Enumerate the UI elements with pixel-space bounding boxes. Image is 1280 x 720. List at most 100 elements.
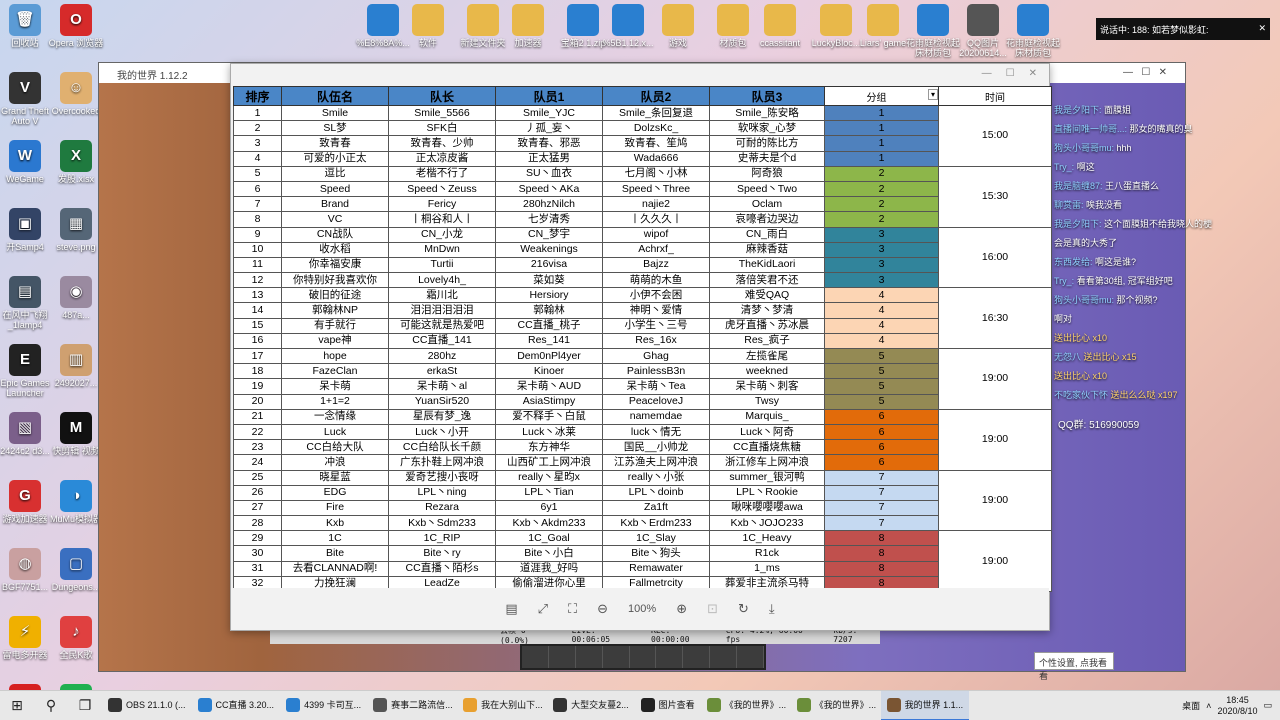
cell-n: 15	[233, 317, 282, 334]
desktop-icon[interactable]: 花雨庭检视起床材质包	[905, 4, 961, 58]
cell-m2: 丨久久久丨	[602, 211, 710, 228]
desktop-icon[interactable]: 加速器	[500, 4, 556, 48]
chat-username[interactable]: 我是夕阳下:	[1054, 105, 1102, 115]
desktop-icon-label: Opera 浏览器	[48, 38, 104, 48]
taskbar-app[interactable]: 我在大别山下...	[457, 691, 547, 720]
image-viewer-window[interactable]: — ☐ ✕ 排序 队伍名 队长 队员1 队员2 队员3 分组 ▾ 时间 1 Smi…	[230, 63, 1052, 631]
app-icon: ▢	[60, 548, 92, 580]
notification-icon[interactable]: ▭	[1263, 700, 1272, 711]
taskbar-app[interactable]: 赛事二路流信...	[367, 691, 457, 720]
desktop-icon[interactable]: ccassitant	[752, 4, 808, 48]
cell-m2: PeaceloveJ	[602, 393, 710, 410]
cell-group: 3	[824, 226, 939, 243]
filter-dropdown-icon[interactable]: ▾	[927, 88, 938, 100]
desktop-icon[interactable]: %5B1.12.x...	[600, 4, 656, 48]
app-icon	[463, 697, 478, 712]
cell-group: 6	[824, 408, 939, 425]
cell-m3: 麻辣香菇	[709, 241, 825, 258]
cell-m1: 山西矿工上网冲浪	[495, 454, 603, 471]
window-controls[interactable]: — ☐ ✕	[1123, 67, 1167, 79]
maximize-icon[interactable]: ☐	[1006, 68, 1015, 81]
chat-username[interactable]: 东西发给:	[1054, 257, 1093, 267]
cell-n: 9	[233, 226, 282, 243]
chat-username[interactable]: 我是夕阳下:	[1054, 219, 1102, 229]
table-row: 27 Fire Rezara 6y1 Za1ft 啾咪嚶嚶嚶awa 7	[233, 499, 1052, 517]
desktop-icon[interactable]: 软件	[400, 4, 456, 48]
chat-username[interactable]: 不吃家伙下怀	[1054, 390, 1108, 400]
task-view-icon[interactable]: ❐	[68, 691, 102, 720]
taskbar-app[interactable]: CC直播 3.20...	[192, 691, 281, 720]
cell-m3: 难受QAQ	[709, 287, 825, 304]
clock[interactable]: 18:45 2020/8/10	[1217, 695, 1257, 717]
close-icon[interactable]: ✕	[1258, 23, 1266, 34]
cell-m3: Twsy	[709, 393, 825, 410]
chat-username[interactable]: 聊赏雷:	[1054, 200, 1084, 210]
table-row: 7 Brand Fericy 280hzNilch najie2 Oclam 2	[233, 196, 1052, 213]
chat-username[interactable]: Try_:	[1054, 276, 1074, 286]
cell-m2: Smile_条回复退	[602, 104, 710, 122]
settings-toast[interactable]: 个性设置, 点我看看	[1034, 652, 1114, 681]
table-row: 2 SL梦 SFK白 丿孤_妄丶 DolzsKc_ 软咪家_心梦 1	[233, 120, 1052, 137]
header-group[interactable]: 分组 ▾	[824, 86, 939, 106]
taskbar-app[interactable]: OBS 21.1.0 (...	[102, 691, 192, 720]
cell-n: 31	[233, 560, 282, 577]
zoom-in-icon[interactable]: ⊕	[676, 601, 687, 617]
start-icon[interactable]: ⊞	[0, 691, 34, 720]
chat-text: 这个面膜姐不给我晓人的梗	[1104, 219, 1213, 229]
taskbar-app[interactable]: 图片查看	[635, 691, 701, 720]
taskbar-app[interactable]: 《我的世界》...	[791, 691, 881, 720]
cell-m1: 280hzNilch	[495, 196, 603, 213]
chat-text: 那女的嘴真的臭	[1129, 124, 1193, 134]
folder-icon	[412, 4, 444, 36]
app-icon: X	[60, 140, 92, 172]
table-row: 3 致青春 致青春、少帅 致青春、邪恶 致青春、笙鸠 可耐的陈比方 1	[233, 135, 1052, 152]
desktop-label[interactable]: 桌面	[1182, 699, 1200, 712]
chat-username[interactable]: 直播间唯一帅哥...:	[1054, 124, 1127, 134]
rotate-icon[interactable]: ↻	[738, 601, 749, 617]
desktop-icon[interactable]: Liars' game	[855, 4, 911, 48]
cell-group: 7	[824, 499, 939, 517]
app-icon	[706, 697, 721, 712]
download-icon[interactable]: ⤓	[769, 601, 775, 617]
viewer-window-controls[interactable]: — ☐ ✕	[231, 64, 1049, 85]
taskbar-app[interactable]: 我的世界 1.1...	[880, 690, 970, 720]
zoom-out-icon[interactable]: ⊖	[597, 601, 608, 617]
cell-n: 23	[233, 439, 282, 456]
chat-username[interactable]: 狗头小哥哥mu:	[1054, 143, 1114, 153]
search-icon[interactable]: ⚲	[34, 691, 68, 720]
chat-username[interactable]: Try_:	[1054, 162, 1074, 172]
cell-cap: 呆卡萌丶al	[388, 378, 496, 395]
desktop-icon-label: 软件	[418, 38, 437, 48]
chat-username[interactable]: 狗头小哥哥mu:	[1054, 295, 1114, 305]
taskbar-app[interactable]: 大型交友蔓2...	[547, 691, 635, 720]
chat-username[interactable]: 我是脑缠87:	[1054, 181, 1103, 191]
cell-team: SL梦	[281, 120, 389, 137]
actual-size-icon[interactable]: ⛶	[568, 601, 577, 617]
taskbar-app[interactable]: 4399 卡司互...	[280, 691, 367, 720]
minimize-icon[interactable]: —	[982, 68, 992, 81]
cell-group: 7	[824, 515, 939, 532]
zoom-level: 100%	[628, 603, 657, 615]
chevron-up-icon[interactable]: ˄	[1206, 701, 1211, 711]
cell-m2: Ghag	[602, 347, 710, 365]
chat-text: 唉我没看	[1086, 200, 1123, 210]
cell-n: 17	[233, 347, 282, 365]
cell-time: 16:30	[938, 287, 1052, 349]
cell-team: Kxb	[281, 515, 389, 532]
taskbar-app[interactable]: 《我的世界》...	[701, 691, 791, 720]
chat-username[interactable]: 无怨八	[1054, 352, 1081, 362]
desktop-icon[interactable]: QQ图片20200614...	[955, 4, 1011, 58]
close-icon[interactable]: ✕	[1029, 68, 1037, 81]
cell-cap: CC白给队长千颜	[388, 439, 496, 456]
fullscreen-icon[interactable]: ⤢	[538, 601, 548, 617]
table-row: 30 Bite Bite丶ry Bite丶小白 Bite丶狗头 R1ck 8	[233, 545, 1052, 562]
cell-team: 逗比	[281, 165, 389, 182]
taskbar-app-label: 《我的世界》...	[724, 700, 787, 710]
fit-window-icon[interactable]: ▤	[505, 601, 517, 617]
desktop-icon[interactable]: O Opera 浏览器	[44, 4, 108, 48]
tournament-schedule-table: 排序 队伍名 队长 队员1 队员2 队员3 分组 ▾ 时间 1 Smile Smil…	[233, 86, 1052, 593]
taskbar-app-label: 大型交友蔓2...	[571, 700, 629, 710]
desktop-icon[interactable]: 花雨庭检视起床材质包	[1005, 4, 1061, 58]
desktop-icon[interactable]: 游戏	[650, 4, 706, 48]
one-to-one-icon[interactable]: ⊡	[707, 601, 718, 617]
